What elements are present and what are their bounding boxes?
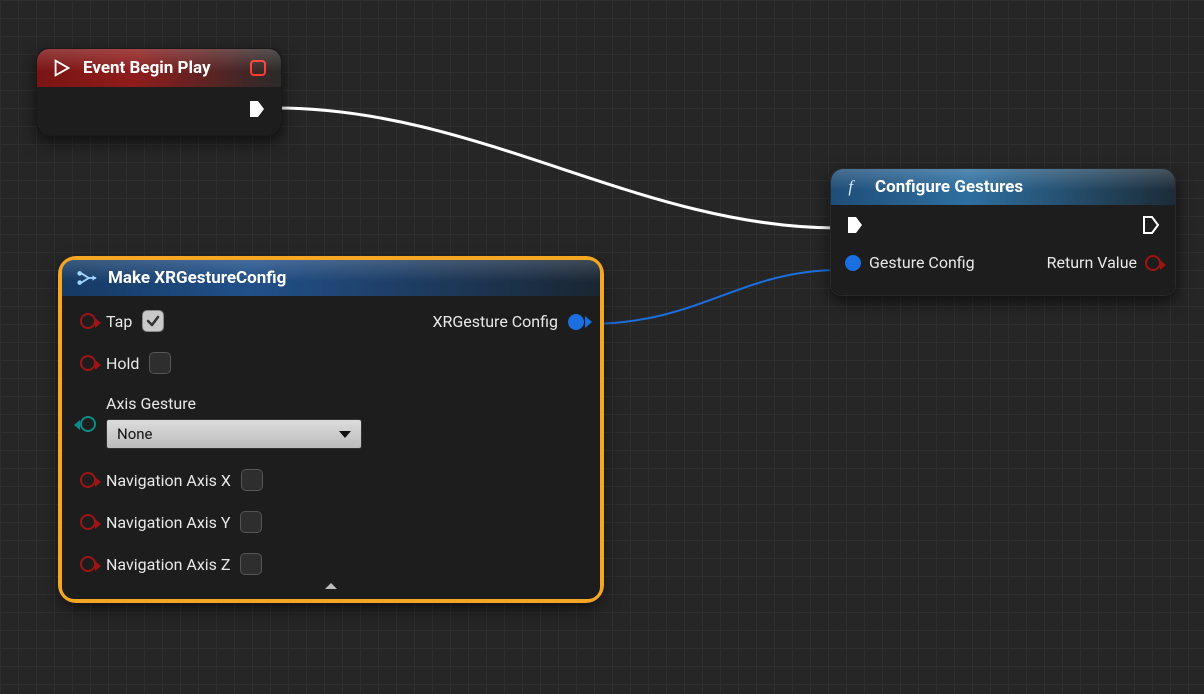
node-body: Gesture Config Return Value (831, 205, 1175, 295)
function-icon: f (845, 177, 865, 197)
axis-gesture-dropdown[interactable]: None (106, 419, 362, 449)
node-header[interactable]: Event Begin Play (37, 49, 281, 87)
pin-label: Return Value (1047, 253, 1137, 272)
input-label: Axis Gesture (106, 394, 362, 413)
chevron-down-icon (339, 431, 351, 438)
node-body (37, 87, 281, 135)
node-header[interactable]: Make XRGestureConfig (62, 260, 600, 296)
make-struct-icon (76, 269, 98, 287)
xrgestureconfig-output-pin[interactable] (568, 314, 584, 330)
nav-x-input-pin[interactable] (80, 472, 96, 488)
hold-checkbox[interactable] (149, 352, 171, 374)
tap-input-pin[interactable] (80, 313, 96, 329)
node-title: Configure Gestures (875, 177, 1023, 197)
input-row-nav-x: Navigation Axis X (80, 469, 582, 491)
svg-text:f: f (848, 177, 855, 196)
return-value-output-pin[interactable] (1145, 255, 1161, 271)
output-pin-row: XRGesture Config (432, 312, 584, 331)
node-title: Make XRGestureConfig (108, 268, 286, 288)
node-configure-gestures[interactable]: f Configure Gestures Gesture Config Retu… (830, 168, 1176, 296)
axis-gesture-input-pin[interactable] (80, 416, 96, 432)
node-title: Event Begin Play (83, 58, 211, 78)
event-icon (51, 57, 73, 79)
exec-output-pin[interactable] (1141, 215, 1161, 235)
input-label: Navigation Axis Z (106, 555, 230, 574)
nav-x-checkbox[interactable] (241, 469, 263, 491)
nav-y-checkbox[interactable] (240, 511, 262, 533)
input-label: Navigation Axis Y (106, 513, 230, 532)
input-row-nav-z: Navigation Axis Z (80, 553, 582, 575)
dropdown-value: None (117, 425, 153, 443)
nav-z-input-pin[interactable] (80, 556, 96, 572)
tap-checkbox[interactable] (142, 310, 164, 332)
input-label: Navigation Axis X (106, 471, 231, 490)
node-flag-icon (249, 59, 267, 77)
hold-input-pin[interactable] (80, 355, 96, 371)
node-make-xrgestureconfig[interactable]: Make XRGestureConfig XRGesture Config Ta… (62, 260, 600, 599)
input-row-axis-gesture: Axis Gesture None (80, 394, 582, 449)
input-row-nav-y: Navigation Axis Y (80, 511, 582, 533)
exec-output-pin[interactable] (247, 99, 267, 119)
expand-node-icon[interactable] (323, 576, 339, 595)
pin-label: Gesture Config (869, 253, 975, 272)
exec-input-pin[interactable] (845, 215, 865, 235)
input-label: Tap (106, 312, 132, 331)
nav-z-checkbox[interactable] (240, 553, 262, 575)
node-header[interactable]: f Configure Gestures (831, 169, 1175, 205)
node-body: XRGesture Config Tap Hold Axis Gesture (62, 296, 600, 599)
pin-label: XRGesture Config (432, 312, 558, 331)
gesture-config-input-pin[interactable] (845, 255, 861, 271)
node-event-begin-play[interactable]: Event Begin Play (36, 48, 282, 136)
input-label: Hold (106, 354, 139, 373)
nav-y-input-pin[interactable] (80, 514, 96, 530)
input-row-hold: Hold (80, 352, 582, 374)
